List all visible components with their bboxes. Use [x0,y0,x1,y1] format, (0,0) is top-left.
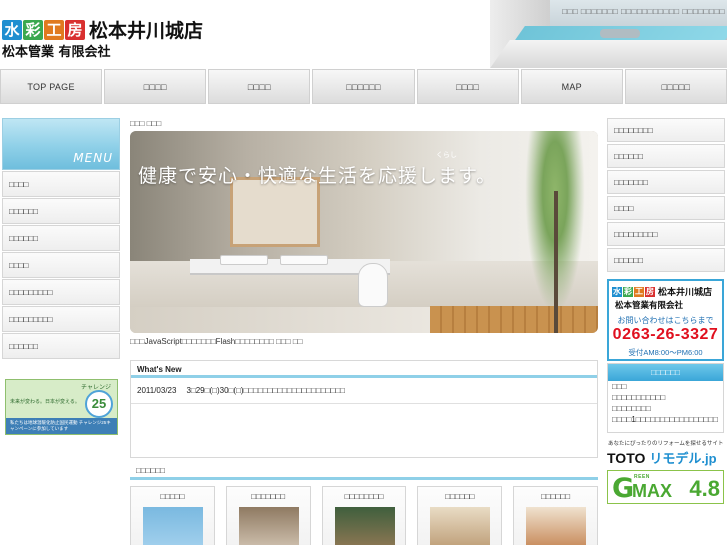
menu-cards: □□□□□ □□□□□□□ □□□□□□□□ □□□□□□ □□□□□□ [130,486,598,545]
menu-card-3[interactable]: □□□□□□□□ [321,486,407,545]
remodel-site-name: リモデル.jp [649,451,717,466]
menu-card-label: □□□□□□□□ [344,492,384,501]
company-name: 松本管業 有限会社 [2,45,111,60]
menu-card-2[interactable]: □□□□□□□ [225,486,311,545]
nav-item-5[interactable]: □□□□ [416,69,519,104]
contact-card-logo: 水 彩 工 房 松本井川城店 [612,285,712,298]
nav-item-4[interactable]: □□□□□□ [312,69,415,104]
left-menu-item-6[interactable]: □□□□□□□□□ [2,306,120,332]
flash-notice: □□□JavaScript□□□□□□□Flash□□□□□□□□ □□□ □□ [130,337,303,346]
greenmax-max: MAX [632,481,672,501]
menu-card-label: □□□□□□ [541,492,571,501]
logo-tile-2: 彩 [23,19,43,40]
banner-caption: 私たちは地球温暖化防止国民運動 チャレンジ25キャンペーンに参加しています [6,418,117,434]
banner-tagline: 未来が変わる。日本が変える。 [10,399,80,405]
nav-item-3[interactable]: □□□□ [208,69,311,104]
right-menu-item-6[interactable]: □□□□□□ [607,248,725,272]
nav-top-page[interactable]: TOP PAGE [0,69,103,104]
logo-tile-3: 工 [44,19,64,40]
menu-card-label: □□□□□□ [445,492,475,501]
menu-section-title: □□□□□□ [130,462,598,480]
logo-tile-4: 房 [65,19,85,40]
toto-logo: TOTO [607,450,646,466]
right-menu-item-1[interactable]: □□□□□□□□ [607,118,725,142]
toto-remodel-banner[interactable]: あなたにぴったりのリフォームを探せるサイト TOTO リモデル.jp [607,439,724,467]
nav-item-7[interactable]: □□□□□ [624,69,727,104]
menu-card-thumb [238,507,299,545]
contact-logo-tile-1: 水 [612,286,622,297]
right-menu-item-5[interactable]: □□□□□□□□□ [607,222,725,246]
company-info-box: □□□□□□ □□□ □□□□□□□□□□□ □□□□□□□□ □□□□1□□□… [607,363,724,433]
banner-25-icon: 25 [85,390,113,418]
greenmax-version: 4.8 [689,476,720,501]
menu-card-5[interactable]: □□□□□□ [513,486,598,545]
hero-image: くらし 健康で安心・快適な生活を応援します。 [130,131,598,333]
challenge25-banner[interactable]: チャレンジ 25 未来が変わる。日本が変える。 私たちは地球温暖化防止国民運動 … [5,379,118,435]
contact-company: 松本管業有限会社 [615,300,684,310]
left-menu-item-1[interactable]: □□□□ [2,171,120,197]
breadcrumb: □□□ □□□ [130,119,162,128]
menu-title: MENU [73,151,113,165]
news-panel: What's New 2011/03/23 3□29□(□)30□(□)□□□□… [130,360,598,458]
remodel-logo: TOTO リモデル.jp [607,448,724,467]
company-info-title: □□□□□□ [608,364,723,381]
company-info-line: □□□□□□□□ [612,404,651,413]
menu-card-thumb [526,507,587,545]
left-menu-item-7[interactable]: □□□□□□ [2,333,120,359]
contact-logo-tile-3: 工 [634,286,644,297]
greenmax-green: REEN [634,474,650,480]
menu-card-thumb [430,507,491,545]
left-menu-item-3[interactable]: □□□□□□ [2,225,120,251]
company-info-line: □□□ [612,382,627,391]
news-item[interactable]: 2011/03/23 3□29□(□)30□(□)□□□□□□□□□□□□□□□… [131,378,597,404]
left-menu-item-5[interactable]: □□□□□□□□□ [2,279,120,305]
hero-ruby-text: くらし [436,151,457,159]
left-menu-item-4[interactable]: □□□□ [2,252,120,278]
right-menu-item-2[interactable]: □□□□□□ [607,144,725,168]
hero-tagline: 健康で安心・快適な生活を応援します。 [138,165,497,187]
nav-item-2[interactable]: □□□□ [104,69,207,104]
logo-tile-1: 水 [2,19,22,40]
site-logo[interactable]: 水 彩 工 房 松本井川城店 [2,16,203,43]
greenmax-g: G [612,473,635,504]
contact-phone[interactable]: 0263-26-3327 [609,326,722,344]
company-info-line: □□□□1□□□□□□□□□□□□□□□□□ [612,415,718,424]
contact-hours: 受付AM8:00〜PM6:00 [628,348,703,357]
menu-header: MENU [2,118,120,170]
right-sidebar: □□□□□□□□ □□□□□□ □□□□□□□ □□□□ □□□□□□□□□ □… [607,118,725,504]
contact-prompt: お問い合わせはこちらまで [617,316,714,325]
right-menu-item-4[interactable]: □□□□ [607,196,725,220]
contact-logo-tile-4: 房 [645,286,655,297]
contact-logo-tile-2: 彩 [623,286,633,297]
menu-card-label: □□□□□ [160,492,185,501]
header-utility-links[interactable]: □□□ □□□□□□□ □□□□□□□□□□□ □□□□□□□□ [562,7,725,16]
company-info-line: □□□□□□□□□□□ [612,393,666,402]
shop-name: 松本井川城店 [89,20,204,42]
greenmax-banner[interactable]: G REEN MAX 4.8 [607,470,724,504]
global-nav: TOP PAGE □□□□ □□□□ □□□□□□ □□□□ MAP □□□□□ [0,69,727,104]
site-header: 水 彩 工 房 松本井川城店 松本管業 有限会社 □□□ □□□□□□□ □□□… [0,0,727,68]
news-text[interactable]: 3□29□(□)30□(□)□□□□□□□□□□□□□□□□□□□□□ [186,386,345,395]
news-date: 2011/03/23 [137,386,177,395]
menu-card-thumb [143,507,203,545]
contact-shop-name: 松本井川城店 [658,287,713,297]
menu-card-1[interactable]: □□□□□ [130,486,215,545]
remodel-caption: あなたにぴったりのリフォームを探せるサイト [608,441,724,447]
menu-card-label: □□□□□□□ [251,492,286,501]
contact-card[interactable]: 水 彩 工 房 松本井川城店 松本管業有限会社 お問い合わせはこちらまで 026… [607,279,724,361]
menu-card-4[interactable]: □□□□□□ [417,486,503,545]
menu-card-thumb [334,507,395,545]
news-title: What's New [131,361,597,378]
left-menu-item-2[interactable]: □□□□□□ [2,198,120,224]
left-sidebar: MENU □□□□ □□□□□□ □□□□□□ □□□□ □□□□□□□□□ □… [2,118,120,435]
nav-map[interactable]: MAP [520,69,623,104]
right-menu-item-3[interactable]: □□□□□□□ [607,170,725,194]
menu-section: □□□□□□ □□□□□ □□□□□□□ □□□□□□□□ □□□□□□ □□□… [130,462,598,545]
